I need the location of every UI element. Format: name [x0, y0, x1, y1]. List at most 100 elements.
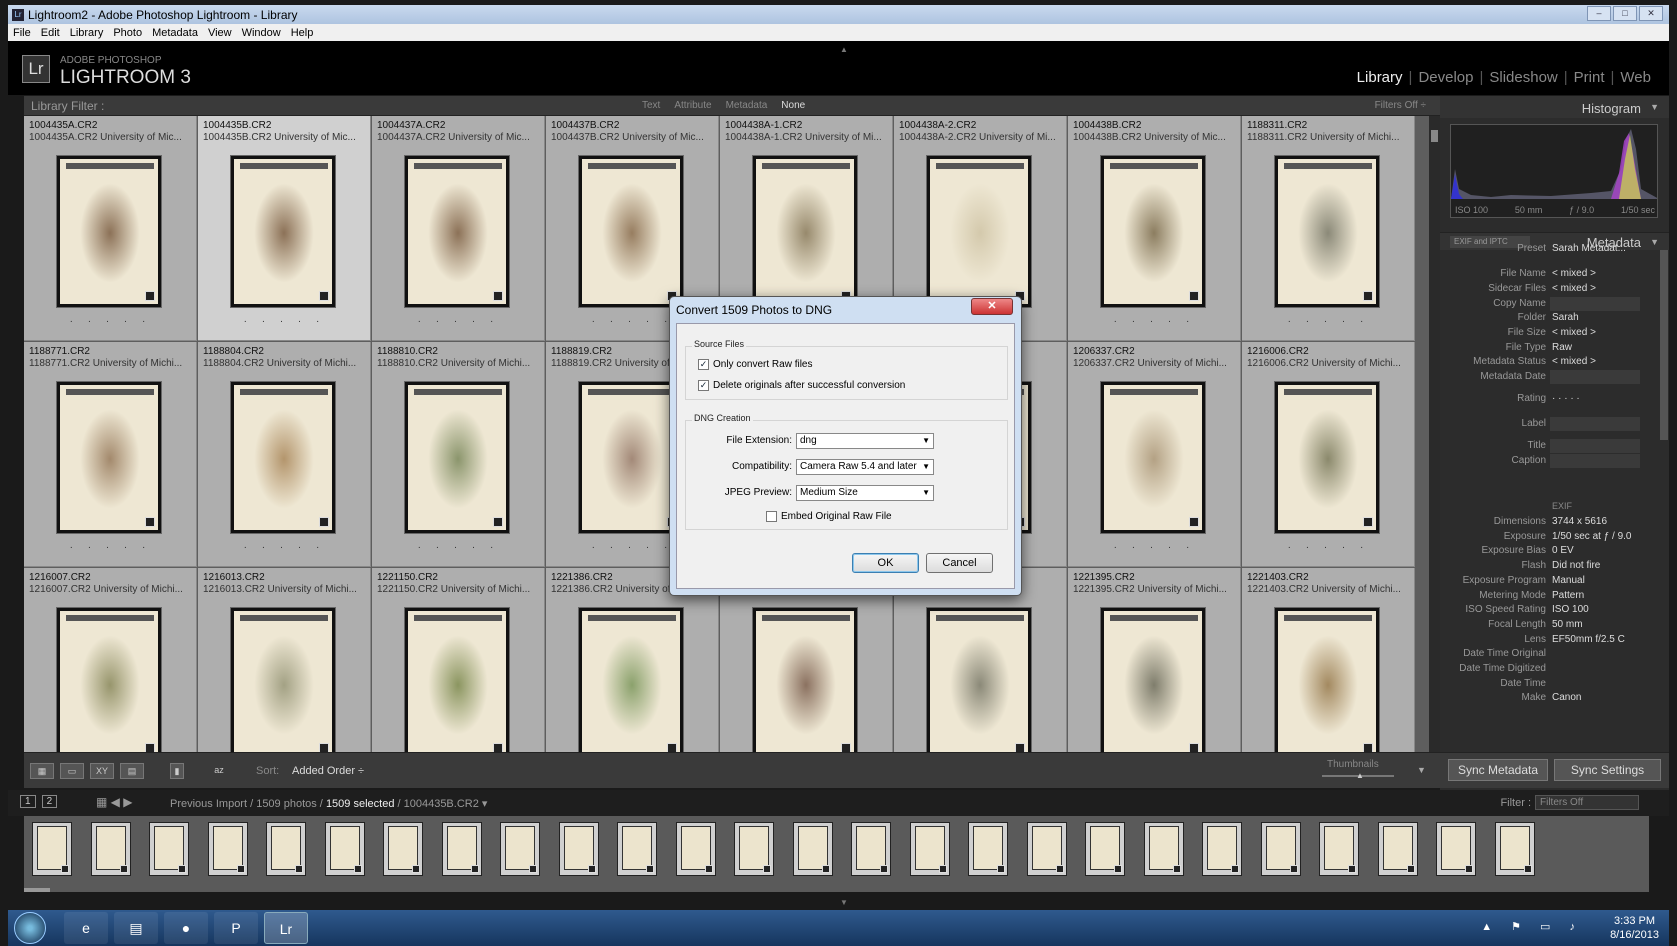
rating-dots[interactable]: · · · · · [198, 316, 371, 327]
menu-metadata[interactable]: Metadata [147, 27, 203, 39]
specimen-thumbnail[interactable] [753, 156, 857, 307]
menu-photo[interactable]: Photo [108, 27, 147, 39]
rating-dots[interactable]: · · · · · [372, 542, 545, 553]
edit-badge-icon[interactable] [1363, 517, 1373, 527]
metadata-field[interactable] [1550, 417, 1640, 431]
sort-dropdown[interactable]: Added Order ÷ [292, 765, 364, 777]
edit-badge-icon[interactable] [145, 291, 155, 301]
compatibility-select[interactable]: Camera Raw 5.4 and later ▼ [796, 459, 934, 475]
grid-scrollbar[interactable] [1429, 116, 1440, 752]
filmstrip-thumbnail[interactable] [734, 822, 774, 876]
grid-cell[interactable]: 1004435B.CR2 1004435B.CR2 University of M… [198, 116, 371, 341]
chevron-down-icon[interactable]: ▼ [922, 434, 930, 448]
only-raw-checkbox[interactable]: ✓ Only convert Raw files [698, 359, 812, 370]
bottom-panel-toggle-icon[interactable]: ▼ [840, 898, 848, 907]
edit-badge-icon[interactable] [1363, 743, 1373, 752]
grid-cell[interactable]: 1221150.CR2 1221150.CR2 University of Mic… [372, 568, 545, 752]
filmstrip-thumbnail[interactable] [324, 822, 365, 876]
filmstrip-thumbnail[interactable] [1143, 822, 1184, 876]
rating-dots[interactable]: · · · · · [198, 542, 371, 553]
survey-view-icon[interactable]: ▤ [120, 763, 144, 779]
system-tray-icons[interactable]: ▲ ⚑ ▭ ♪ [1481, 920, 1583, 933]
menu-file[interactable]: File [8, 27, 36, 39]
specimen-thumbnail[interactable] [231, 156, 335, 307]
grid-cell[interactable]: 1221395.CR2 1221395.CR2 University of Mic… [1068, 568, 1241, 752]
specimen-thumbnail[interactable] [57, 382, 161, 533]
specimen-thumbnail[interactable] [1101, 156, 1205, 307]
loupe-view-icon[interactable]: ▭ [60, 763, 84, 779]
filmstrip-thumbnail[interactable] [500, 822, 540, 876]
window-2-button[interactable]: 2 [41, 795, 58, 808]
grid-cell[interactable]: 1188311.CR2 1188311.CR2 University of Mic… [1242, 116, 1415, 341]
edit-badge-icon[interactable] [319, 517, 329, 527]
collapse-triangle-icon[interactable]: ▼ [1650, 102, 1659, 112]
edit-badge-icon[interactable] [1015, 743, 1025, 752]
specimen-thumbnail[interactable] [57, 608, 161, 752]
edit-badge-icon[interactable] [319, 291, 329, 301]
specimen-thumbnail[interactable] [1101, 608, 1205, 752]
specimen-thumbnail[interactable] [57, 156, 161, 307]
filmstrip-thumbnail[interactable] [1202, 822, 1242, 876]
filmstrip-thumbnail[interactable] [383, 822, 423, 876]
slider-knob-icon[interactable]: ▲ [1356, 771, 1364, 780]
grid-view-icon[interactable]: ▦ [30, 763, 54, 779]
grid-cell[interactable]: 1004438B.CR2 1004438B.CR2 University of M… [1068, 116, 1241, 341]
compare-view-icon[interactable]: XY [90, 763, 114, 779]
rating-dots[interactable]: · · · · · [24, 316, 197, 327]
rating-dots[interactable]: · · · · · [372, 316, 545, 327]
module-web[interactable]: Web [1614, 69, 1657, 86]
window-1-button[interactable]: 1 [20, 795, 36, 808]
grid-cell[interactable]: 1188804.CR2 1188804.CR2 University of Mic… [198, 342, 371, 567]
painter-icon[interactable]: ▮ [170, 763, 184, 779]
filmstrip-thumbnail[interactable] [90, 822, 131, 876]
filmstrip-thumbnail[interactable] [1377, 822, 1418, 876]
edit-badge-icon[interactable] [145, 743, 155, 752]
grid-cell[interactable]: 1004437A.CR2 1004437A.CR2 University of M… [372, 116, 545, 341]
grid-cell[interactable]: 1206337.CR2 1206337.CR2 University of Mic… [1068, 342, 1241, 567]
embed-raw-checkbox[interactable]: Embed Original Raw File [766, 511, 892, 522]
metadata-value[interactable]: < mixed > [1552, 268, 1647, 279]
menu-edit[interactable]: Edit [36, 27, 65, 39]
filmstrip-thumbnail[interactable] [149, 822, 189, 876]
specimen-thumbnail[interactable] [405, 608, 509, 752]
filmstrip-thumbnail[interactable] [441, 822, 482, 876]
filmstrip-filter-dropdown[interactable]: Filters Off [1535, 795, 1639, 810]
close-button[interactable]: ✕ [1639, 6, 1663, 21]
specimen-thumbnail[interactable] [1101, 382, 1205, 533]
firefox-taskbar-icon[interactable]: ● [164, 912, 208, 944]
start-button[interactable] [14, 912, 46, 944]
rating-dots[interactable]: · · · · · [1068, 542, 1241, 553]
edit-badge-icon[interactable] [1363, 291, 1373, 301]
specimen-thumbnail[interactable] [1275, 382, 1379, 533]
grid-back-forward-icon[interactable]: ▦ ◀ ▶ [96, 795, 132, 809]
specimen-thumbnail[interactable] [405, 156, 509, 307]
checkbox-checked-icon[interactable]: ✓ [698, 380, 709, 391]
specimen-thumbnail[interactable] [405, 382, 509, 533]
module-print[interactable]: Print [1568, 69, 1611, 86]
grid-cell[interactable]: 1004435A.CR2 1004435A.CR2 University of M… [24, 116, 197, 341]
minimize-button[interactable]: – [1587, 6, 1611, 21]
edit-badge-icon[interactable] [1189, 291, 1199, 301]
metadata-value[interactable]: < mixed > [1552, 327, 1647, 338]
metadata-value[interactable]: Raw [1552, 342, 1647, 353]
filmstrip-thumbnail[interactable] [1026, 822, 1067, 876]
scrollbar-thumb[interactable] [1431, 130, 1438, 142]
edit-badge-icon[interactable] [841, 743, 851, 752]
edit-badge-icon[interactable] [493, 517, 503, 527]
ok-button[interactable]: OK [852, 553, 919, 573]
menu-help[interactable]: Help [286, 27, 319, 39]
filters-off-dropdown[interactable]: Filters Off ÷ [1375, 100, 1426, 111]
right-panel-scrollbar[interactable] [1660, 250, 1668, 440]
dialog-close-button[interactable]: ✕ [971, 298, 1013, 315]
metadata-value[interactable]: Sarah [1552, 312, 1647, 323]
edit-badge-icon[interactable] [1189, 743, 1199, 752]
edit-badge-icon[interactable] [145, 517, 155, 527]
menu-view[interactable]: View [203, 27, 237, 39]
sync-settings-button[interactable]: Sync Settings [1554, 759, 1661, 781]
histogram-header[interactable]: Histogram ▼ [1440, 96, 1669, 118]
menu-window[interactable]: Window [237, 27, 286, 39]
top-panel-toggle-icon[interactable]: ▲ [840, 45, 848, 54]
specimen-thumbnail[interactable] [231, 382, 335, 533]
filmstrip-thumbnail[interactable] [1260, 822, 1301, 876]
filmstrip-thumbnail[interactable] [675, 822, 716, 876]
